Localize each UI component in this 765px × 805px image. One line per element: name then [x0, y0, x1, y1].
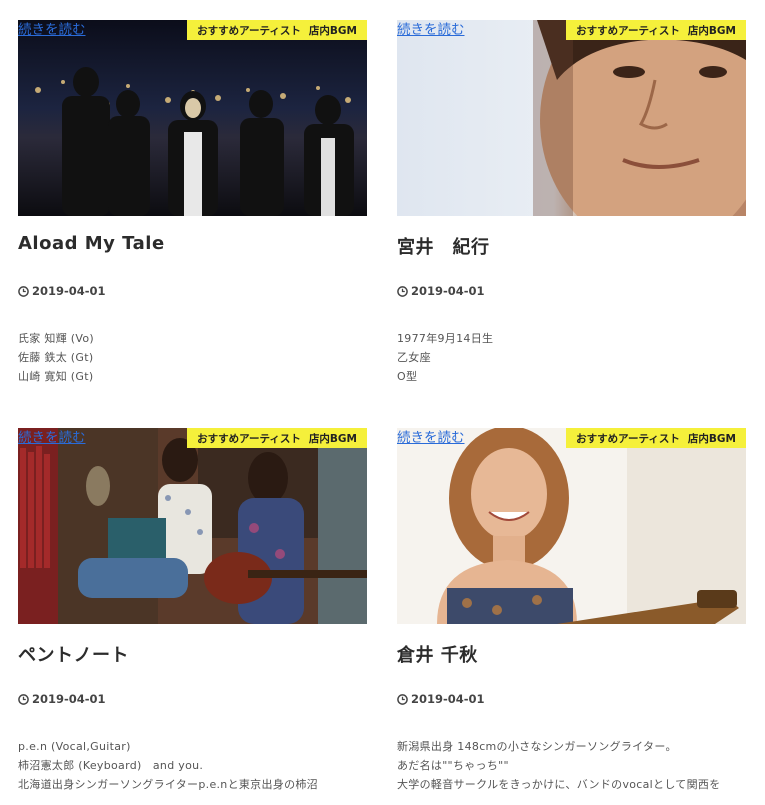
excerpt-line: 1977年9月14日生 [397, 332, 494, 345]
tag-store-bgm[interactable]: 店内BGM [688, 23, 736, 38]
tag-recommended-artist[interactable]: おすすめアーティスト [576, 23, 680, 38]
excerpt-line: p.e.n (Vocal,Guitar) [18, 740, 131, 753]
post-date-text: 2019-04-01 [411, 692, 485, 706]
excerpt-line: 山崎 寛知 (Gt) [18, 370, 94, 383]
excerpt-line: 佐藤 鉄太 (Gt) [18, 351, 94, 364]
clock-icon [18, 693, 29, 705]
post-date: 2019-04-01 [397, 692, 485, 706]
read-more-link[interactable]: 続きを読む [18, 429, 86, 447]
tag-store-bgm[interactable]: 店内BGM [309, 23, 357, 38]
tag-store-bgm[interactable]: 店内BGM [688, 431, 736, 446]
excerpt-line: 北海道出身シンガーソングライターp.e.nと東京出身の柿沼 [18, 778, 318, 791]
post-date: 2019-04-01 [18, 692, 106, 706]
band-photo [18, 20, 367, 216]
post-card: 続きを読む おすすめアーティスト 店内BGM ペントノート 2019-04-01… [18, 428, 367, 791]
post-title[interactable]: 宮井 紀行 [397, 233, 490, 259]
excerpt-line: 乙女座 [397, 351, 431, 364]
post-card: 続きを読む おすすめアーティスト 店内BGM Aload My Tale 201… [18, 20, 367, 383]
post-card: 続きを読む おすすめアーティスト 店内BGM 倉井 千秋 2019-04-01 … [397, 428, 746, 791]
duo-photo [18, 428, 367, 624]
tag-store-bgm[interactable]: 店内BGM [309, 431, 357, 446]
post-thumbnail[interactable]: 続きを読む おすすめアーティスト 店内BGM [397, 428, 746, 624]
tag-recommended-artist[interactable]: おすすめアーティスト [197, 23, 301, 38]
clock-icon [18, 285, 29, 297]
read-more-link[interactable]: 続きを読む [397, 429, 465, 447]
category-tags: おすすめアーティスト 店内BGM [187, 428, 367, 448]
post-thumbnail[interactable]: 続きを読む おすすめアーティスト 店内BGM [397, 20, 746, 216]
clock-icon [397, 285, 408, 297]
clock-icon [397, 693, 408, 705]
read-more-link[interactable]: 続きを読む [18, 21, 86, 39]
tag-recommended-artist[interactable]: おすすめアーティスト [197, 431, 301, 446]
post-title[interactable]: ペントノート [18, 641, 129, 667]
post-date: 2019-04-01 [18, 284, 106, 298]
category-tags: おすすめアーティスト 店内BGM [566, 428, 746, 448]
excerpt-line: 柿沼憲太郎 (Keyboard) and you. [18, 759, 204, 772]
post-date: 2019-04-01 [397, 284, 485, 298]
category-tags: おすすめアーティスト 店内BGM [187, 20, 367, 40]
post-date-text: 2019-04-01 [32, 692, 106, 706]
excerpt-line: 新潟県出身 148cmの小さなシンガーソングライター。 [397, 740, 677, 753]
post-excerpt: 1977年9月14日生 乙女座 O型 [397, 329, 757, 386]
singer-photo [397, 428, 746, 624]
tag-recommended-artist[interactable]: おすすめアーティスト [576, 431, 680, 446]
category-tags: おすすめアーティスト 店内BGM [566, 20, 746, 40]
excerpt-line: 氏家 知輝 (Vo) [18, 332, 94, 345]
portrait-photo [397, 20, 746, 216]
post-title[interactable]: Aload My Tale [18, 233, 165, 254]
post-excerpt: 新潟県出身 148cmの小さなシンガーソングライター。 あだ名は""ちゃっち""… [397, 737, 757, 794]
excerpt-line: あだ名は""ちゃっち"" [397, 759, 509, 772]
post-title[interactable]: 倉井 千秋 [397, 641, 478, 667]
post-date-text: 2019-04-01 [411, 284, 485, 298]
post-excerpt: p.e.n (Vocal,Guitar) 柿沼憲太郎 (Keyboard) an… [18, 737, 378, 794]
post-card: 続きを読む おすすめアーティスト 店内BGM 宮井 紀行 2019-04-01 … [397, 20, 746, 383]
post-thumbnail[interactable]: 続きを読む おすすめアーティスト 店内BGM [18, 428, 367, 624]
excerpt-line: 大学の軽音サークルをきっかけに、バンドのvocalとして関西を [397, 778, 721, 791]
excerpt-line: O型 [397, 370, 418, 383]
post-thumbnail[interactable]: 続きを読む おすすめアーティスト 店内BGM [18, 20, 367, 216]
read-more-link[interactable]: 続きを読む [397, 21, 465, 39]
post-excerpt: 氏家 知輝 (Vo) 佐藤 鉄太 (Gt) 山崎 寛知 (Gt) [18, 329, 378, 386]
post-date-text: 2019-04-01 [32, 284, 106, 298]
